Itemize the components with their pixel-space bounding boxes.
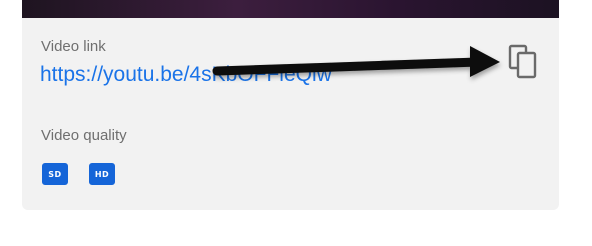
video-link-label: Video link <box>41 38 106 55</box>
video-quality-options: SD HD <box>42 161 115 187</box>
quality-hd-label: HD <box>89 163 115 185</box>
video-quality-label: Video quality <box>41 127 127 144</box>
quality-hd-button[interactable]: HD <box>89 161 115 187</box>
video-thumbnail[interactable] <box>22 0 559 18</box>
video-link-url[interactable]: https://youtu.be/4sKbOFFleQiw <box>40 63 332 87</box>
share-panel: Video link https://youtu.be/4sKbOFFleQiw… <box>22 18 559 210</box>
copy-icon <box>505 42 541 82</box>
page: Video link https://youtu.be/4sKbOFFleQiw… <box>0 0 592 246</box>
copy-link-button[interactable] <box>505 42 541 82</box>
quality-sd-label: SD <box>42 163 68 185</box>
quality-sd-button[interactable]: SD <box>42 161 68 187</box>
